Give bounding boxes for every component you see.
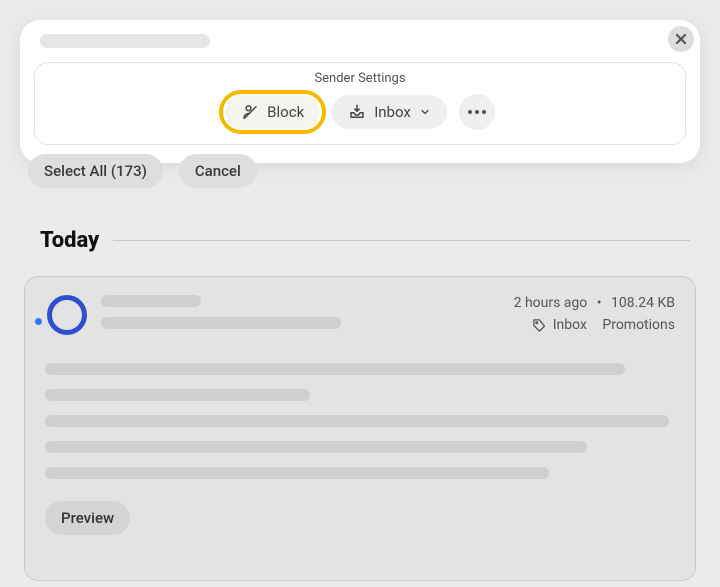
body-line <box>45 415 669 427</box>
cancel-button[interactable]: Cancel <box>179 154 257 188</box>
message-time: 2 hours ago <box>514 295 588 311</box>
body-line <box>45 363 625 375</box>
body-line <box>45 389 310 401</box>
select-all-button[interactable]: Select All (173) <box>28 154 163 188</box>
sender-block <box>101 295 341 329</box>
message-size: 108.24 KB <box>611 295 675 311</box>
message-meta: 2 hours ago • 108.24 KB Inbox Promotions <box>514 295 675 333</box>
sender-name-placeholder <box>40 34 210 48</box>
meta-separator: • <box>597 295 602 311</box>
sender-name-placeholder <box>101 295 201 307</box>
body-line <box>45 467 549 479</box>
preview-button[interactable]: Preview <box>45 501 130 535</box>
sender-settings-row: Block Inbox <box>47 94 673 130</box>
body-line <box>45 441 587 453</box>
close-icon <box>675 33 687 45</box>
selection-avatar[interactable] <box>47 295 87 335</box>
sender-settings-box: Sender Settings Block Inbox <box>34 62 686 145</box>
inbox-icon <box>348 103 366 121</box>
sender-settings-title: Sender Settings <box>47 71 673 86</box>
more-icon <box>468 110 486 114</box>
tag-icon <box>532 318 547 333</box>
sender-settings-panel: Sender Settings Block Inbox <box>20 20 700 163</box>
move-to-inbox-button[interactable]: Inbox <box>332 95 447 129</box>
section-heading-row: Today <box>40 228 690 253</box>
chevron-down-icon <box>419 106 431 118</box>
message-body-preview <box>45 363 675 479</box>
inbox-label: Inbox <box>374 103 411 121</box>
message-card[interactable]: 2 hours ago • 108.24 KB Inbox Promotions… <box>24 276 696 581</box>
close-button[interactable] <box>668 26 694 52</box>
divider <box>113 240 690 241</box>
message-category: Promotions <box>602 317 675 333</box>
message-header: 2 hours ago • 108.24 KB Inbox Promotions <box>101 295 675 333</box>
unread-indicator <box>35 318 42 325</box>
block-icon <box>241 103 259 121</box>
section-heading: Today <box>40 228 99 253</box>
subject-placeholder <box>101 317 341 329</box>
block-label: Block <box>267 103 304 121</box>
message-folder: Inbox <box>553 317 587 333</box>
selection-actions: Select All (173) Cancel <box>28 154 257 188</box>
block-button[interactable]: Block <box>225 95 320 129</box>
more-options-button[interactable] <box>459 94 495 130</box>
